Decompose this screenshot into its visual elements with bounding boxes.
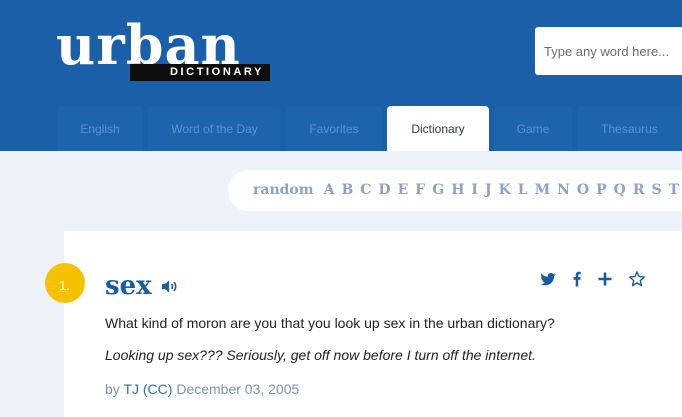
logo-subtitle: DICTIONARY xyxy=(130,64,270,81)
letter-link[interactable]: A xyxy=(324,182,335,198)
letter-link[interactable]: R xyxy=(633,182,645,198)
letter-link[interactable]: N xyxy=(557,182,570,198)
tab-favorites[interactable]: Favorites xyxy=(286,106,382,151)
letter-link[interactable]: M xyxy=(535,182,551,198)
contributor-by: by xyxy=(105,381,120,397)
alphabet-list: randomABCDEFGHIJKLMNOPQRSTUV xyxy=(253,170,682,211)
definition-date: December 03, 2005 xyxy=(176,381,300,397)
definition-word[interactable]: sex xyxy=(105,268,152,304)
definition-contributor: by TJ (CC) December 03, 2005 xyxy=(105,380,299,398)
search-input[interactable] xyxy=(535,27,682,75)
letter-link[interactable]: K xyxy=(499,182,511,198)
tab-game[interactable]: Game xyxy=(494,106,572,151)
letter-link[interactable]: G xyxy=(432,182,444,198)
letter-link[interactable]: B xyxy=(341,182,353,198)
author-link[interactable]: TJ (CC) xyxy=(123,381,172,397)
definition-meaning: What kind of moron are you that you look… xyxy=(105,315,555,331)
tab-word-of-the-day[interactable]: Word of the Day xyxy=(148,106,281,151)
letter-link[interactable]: I xyxy=(471,182,478,198)
letter-link[interactable]: T xyxy=(669,182,679,198)
plus-icon[interactable] xyxy=(596,270,614,288)
letter-link[interactable]: P xyxy=(596,182,607,198)
letter-link[interactable]: C xyxy=(360,182,371,198)
facebook-icon[interactable] xyxy=(568,270,586,288)
urban-dictionary-logo[interactable]: urban DICTIONARY xyxy=(56,14,272,84)
speaker-icon[interactable] xyxy=(161,279,180,294)
random-link[interactable]: random xyxy=(253,182,314,198)
letter-link[interactable]: L xyxy=(518,182,528,198)
letter-link[interactable]: Q xyxy=(614,182,626,198)
site-header: urban DICTIONARY English Word of the Day… xyxy=(0,0,682,151)
definition-number-badge: 1. xyxy=(45,263,85,303)
star-icon[interactable] xyxy=(628,270,646,288)
twitter-icon[interactable] xyxy=(539,270,557,288)
alphabet-nav: randomABCDEFGHIJKLMNOPQRSTUV xyxy=(228,170,682,211)
letter-link[interactable]: D xyxy=(378,182,390,198)
letter-link[interactable]: J xyxy=(485,182,492,198)
letter-link[interactable]: O xyxy=(577,182,589,198)
letter-link[interactable]: H xyxy=(451,182,464,198)
definition-example: Looking up sex??? Seriously, get off now… xyxy=(105,347,536,363)
letter-link[interactable]: S xyxy=(652,182,662,198)
tab-english[interactable]: English xyxy=(57,106,143,151)
letter-link[interactable]: F xyxy=(415,182,425,198)
letter-link[interactable]: E xyxy=(398,182,409,198)
tab-dictionary[interactable]: Dictionary xyxy=(387,106,489,151)
tab-thesaurus[interactable]: Thesaurus xyxy=(577,106,682,151)
